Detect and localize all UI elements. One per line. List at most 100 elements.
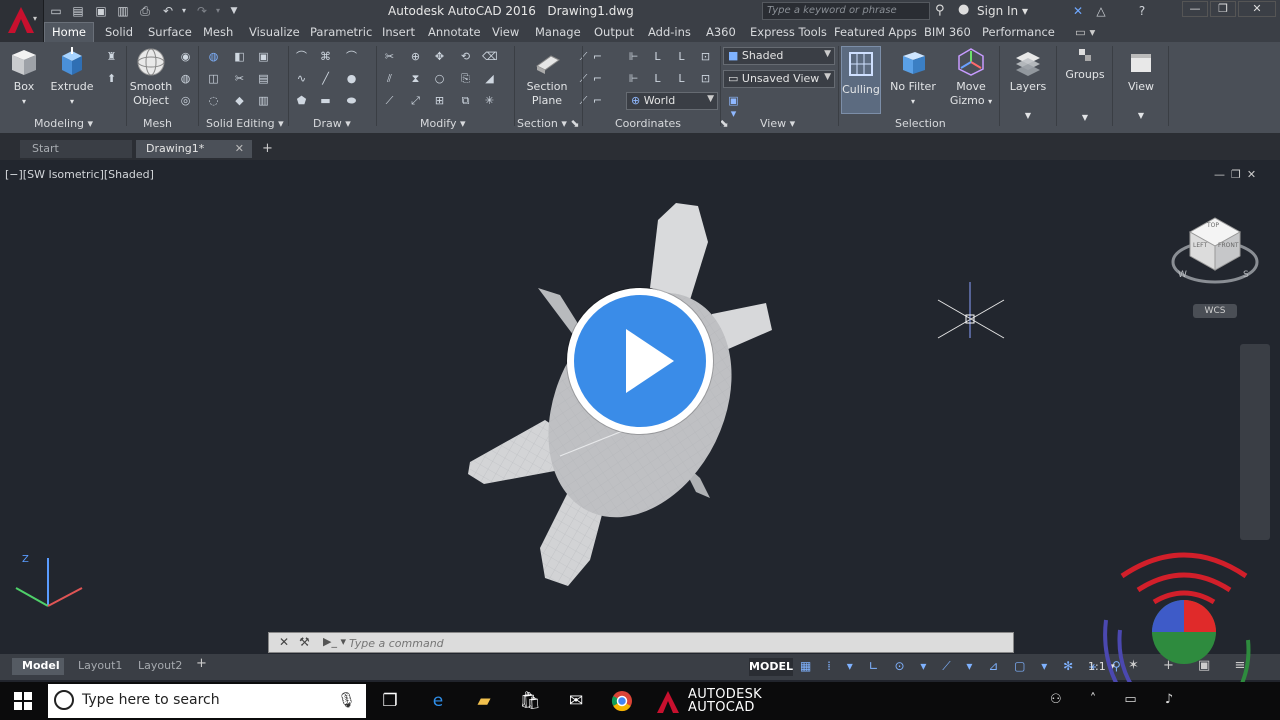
mesh-tool-1-icon[interactable]: ◉ (178, 50, 193, 63)
panel-coordinates-label[interactable]: Coordinates ⬊ (615, 117, 729, 130)
tab-output[interactable]: Output (594, 25, 634, 39)
rectangle-icon[interactable]: ▬ (318, 94, 333, 107)
visual-style-dropdown[interactable]: ■ Shaded ▼ (723, 47, 835, 65)
print-icon[interactable]: ⎙ (137, 3, 153, 19)
panel-draw-label[interactable]: Draw ▾ (313, 117, 351, 130)
exchange-icon[interactable]: ✕ (1070, 3, 1086, 19)
add-tab-icon[interactable]: + (262, 141, 273, 156)
panel-section-label[interactable]: Section ▾ ⬊ (517, 117, 580, 130)
rotate-icon[interactable]: ○ (432, 72, 447, 85)
tab-mesh[interactable]: Mesh (203, 25, 233, 39)
tab-visualize[interactable]: Visualize (249, 25, 300, 39)
line-icon[interactable]: ╱ (318, 72, 333, 85)
compass-west[interactable]: W (1178, 270, 1187, 280)
array-icon[interactable]: ⊕ (408, 50, 423, 63)
tab-home[interactable]: Home (44, 22, 94, 42)
presspull-icon[interactable]: ⬆ (104, 72, 119, 85)
panel-modify-label[interactable]: Modify ▾ (420, 117, 465, 130)
cube-top-label[interactable]: TOP (1207, 222, 1219, 229)
file-tab-start[interactable]: Start (20, 140, 132, 158)
ucs-3point-icon[interactable]: ⌐ (590, 72, 605, 85)
start-button[interactable] (0, 682, 46, 720)
section-plane-button[interactable]: Section Plane (524, 46, 570, 108)
ucs-y-icon[interactable]: L (674, 50, 689, 63)
layout-tab-layout1[interactable]: Layout1 (72, 659, 128, 675)
mirror-icon[interactable]: ⧗ (408, 72, 423, 85)
fillet-icon[interactable]: ◢ (482, 72, 497, 85)
sign-in-button[interactable]: Sign In ▾ (977, 4, 1028, 18)
application-menu-button[interactable]: ▾ (0, 0, 44, 44)
tab-solid[interactable]: Solid (105, 25, 133, 39)
align-icon[interactable]: ⊞ (432, 94, 447, 107)
ribbon-options-icon[interactable]: ▭ ▾ (1075, 25, 1095, 39)
undo-dropdown-icon[interactable]: ▾ (176, 3, 192, 19)
system-tray[interactable]: ⚇ ˄ ▭ ♪ (1050, 692, 1185, 707)
compass-south[interactable]: S (1243, 270, 1249, 280)
wcs-menu[interactable]: WCS (1193, 304, 1237, 318)
tab-manage[interactable]: Manage (535, 25, 581, 39)
close-window-button[interactable]: ✕ (1238, 1, 1276, 17)
rotate-3d-icon[interactable]: ⟲ (458, 50, 473, 63)
tab-view[interactable]: View (492, 25, 519, 39)
chrome-icon[interactable] (610, 690, 634, 712)
layout-tab-model[interactable]: Model (12, 658, 64, 675)
drafting-toggles[interactable]: ▦ ⁞ ▾ ∟ ⊙ ▾ ⟋ ▾ ⊿ ▢ ▾ ✻ ⚹ ⚲ (800, 659, 1127, 674)
close-icon[interactable]: ✕ (235, 142, 244, 155)
tab-add-ins[interactable]: Add-ins (648, 25, 691, 39)
ucs-z-icon[interactable]: ⊡ (698, 50, 713, 63)
panel-mesh-label[interactable]: Mesh (143, 117, 172, 130)
restore-button[interactable]: ❐ (1210, 1, 1236, 17)
3d-mirror-icon[interactable]: ⧉ (458, 94, 473, 107)
viewport-config-icon[interactable]: ▣ ▾ (726, 94, 741, 120)
a360-icon[interactable]: △ (1093, 3, 1109, 19)
subtract-icon[interactable]: ◧ (232, 50, 247, 63)
ucs-origin-icon[interactable]: ⊩ (626, 50, 641, 63)
cube-left-label[interactable]: LEFT (1193, 242, 1207, 249)
store-icon[interactable]: 🛍 (518, 690, 542, 712)
tab-annotate[interactable]: Annotate (428, 25, 481, 39)
polyline-icon[interactable]: ⌒ (294, 50, 309, 63)
intersect-icon[interactable]: ▣ (256, 50, 271, 63)
groups-button[interactable]: Groups ▼ (1062, 46, 1108, 125)
close-command-line-icon[interactable]: ✕ (279, 635, 289, 649)
autocad-taskbar-label[interactable]: AUTODESK AUTOCAD (688, 688, 762, 714)
panel-view-label[interactable]: View ▾ (760, 117, 795, 130)
new-icon[interactable]: ▭ (48, 3, 64, 19)
undo-icon[interactable]: ↶ (160, 3, 176, 19)
polygon-icon[interactable]: ⬟ (294, 94, 309, 107)
culling-button[interactable]: Culling (841, 46, 881, 114)
layout-tab-layout2[interactable]: Layout2 (132, 659, 188, 675)
ucs-object-icon[interactable]: L (650, 72, 665, 85)
section-tool-2-icon[interactable]: ⟋ (576, 72, 591, 85)
scale-icon[interactable]: ⤢ (408, 94, 423, 107)
add-layout-icon[interactable]: + (196, 656, 207, 671)
panel-solid-editing-label[interactable]: Solid Editing ▾ (206, 117, 284, 130)
tab-featured-apps[interactable]: Featured Apps (834, 25, 917, 39)
play-button[interactable] (567, 288, 713, 434)
extrude-button[interactable]: Extrude ▾ (50, 46, 94, 109)
union-icon[interactable]: ◍ (206, 50, 221, 63)
circle-icon[interactable]: ● (344, 72, 359, 85)
slice-icon[interactable]: ✂ (232, 72, 247, 85)
ucs-previous-icon[interactable]: ⊡ (698, 72, 713, 85)
tab-insert[interactable]: Insert (382, 25, 415, 39)
mesh-tool-2-icon[interactable]: ◍ (178, 72, 193, 85)
command-line[interactable]: ✕ ⚒ ▶_ ▾ (268, 632, 1014, 653)
move-icon[interactable]: ✥ (432, 50, 447, 63)
copy-icon[interactable]: ⎘ (458, 72, 473, 85)
panel-modeling-label[interactable]: Modeling ▾ (34, 117, 93, 130)
customize-command-icon[interactable]: ⚒ (299, 635, 310, 649)
tab-a360[interactable]: A360 (706, 25, 736, 39)
redo-dropdown-icon[interactable]: ▾ (210, 3, 226, 19)
ucs-face-icon[interactable]: L (674, 72, 689, 85)
named-view-dropdown[interactable]: ▭ Unsaved View ▼ (723, 70, 835, 88)
interfere-icon[interactable]: ◫ (206, 72, 221, 85)
polysolid-icon[interactable]: ♜ (104, 50, 119, 63)
trim-icon[interactable]: ✂ (382, 50, 397, 63)
open-icon[interactable]: ▤ (70, 3, 86, 19)
view-button[interactable]: View ▼ (1118, 46, 1164, 123)
stretch-icon[interactable]: ⟋ (382, 94, 397, 107)
file-tab-drawing[interactable]: Drawing1* ✕ (136, 140, 252, 158)
ucs-icon[interactable]: ⌐ (590, 50, 605, 63)
tab-performance[interactable]: Performance (982, 25, 1055, 39)
